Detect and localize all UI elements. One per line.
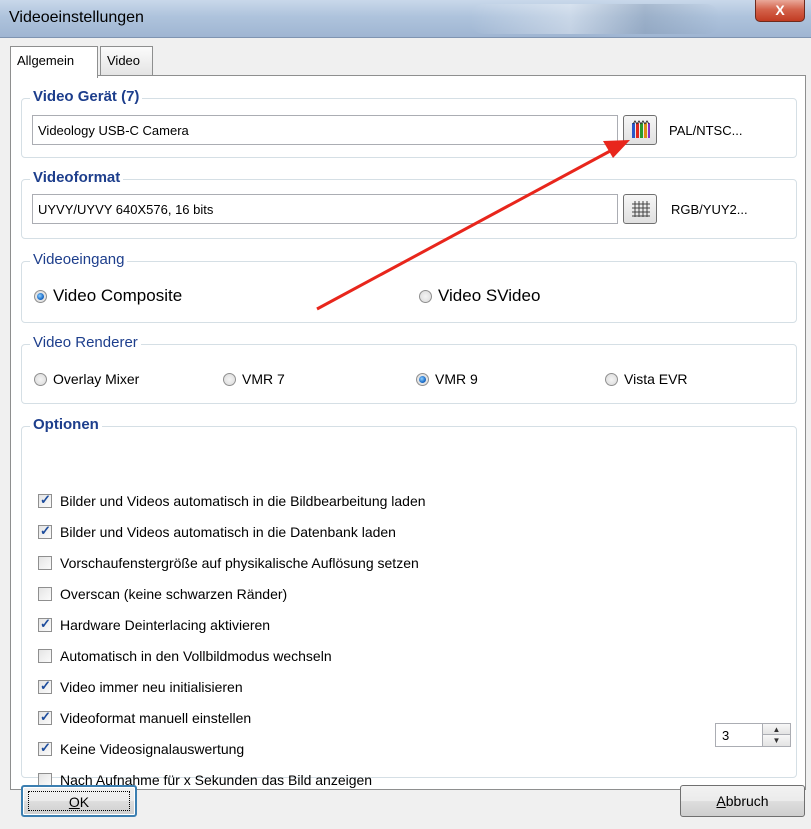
pal-ntsc-label: PAL/NTSC... — [669, 123, 743, 138]
tab-panel-allgemein: Video Gerät (7) Videology USB-C Camera P… — [10, 75, 806, 790]
rgb-yuy2-label: RGB/YUY2... — [671, 202, 748, 217]
checkbox-label: Vorschaufenstergröße auf physikalische A… — [60, 555, 419, 571]
checkbox-label: Videoformat manuell einstellen — [60, 710, 252, 726]
title-bar-glare — [470, 4, 720, 34]
video-format-combo[interactable]: UYVY/UYVY 640X576, 16 bits — [32, 194, 618, 224]
radio-vista-evr-label: Vista EVR — [624, 371, 688, 387]
checkbox-box — [38, 649, 52, 663]
checkbox-auto-datenbank[interactable]: Bilder und Videos automatisch in die Dat… — [38, 523, 396, 540]
radio-vmr7[interactable]: VMR 7 — [223, 371, 285, 387]
window-title: Videoeinstellungen — [9, 9, 144, 26]
video-device-group-title: Video Gerät (7) — [30, 88, 143, 105]
pal-ntsc-button[interactable] — [623, 115, 657, 145]
radio-dot — [416, 372, 429, 386]
dialog-body: Allgemein Video Video Gerät (7) Videolog… — [0, 38, 811, 829]
video-device-group: Video Gerät (7) Videology USB-C Camera P… — [21, 88, 797, 158]
radio-vmr7-label: VMR 7 — [242, 371, 285, 387]
checkbox-label: Bilder und Videos automatisch in die Bil… — [60, 493, 426, 509]
spin-arrows: ▲ ▼ — [762, 724, 790, 746]
video-format-group-title: Videoformat — [30, 169, 124, 186]
radio-overlay-mixer[interactable]: Overlay Mixer — [34, 371, 139, 387]
seconds-spinbox[interactable]: 3 ▲ ▼ — [715, 723, 791, 747]
checkbox-label: Keine Videosignalauswertung — [60, 741, 245, 757]
radio-video-svideo-label: Video SVideo — [438, 286, 541, 305]
radio-video-composite-label: Video Composite — [53, 286, 183, 305]
checkbox-label: Video immer neu initialisieren — [60, 679, 243, 695]
radio-dot — [223, 372, 236, 386]
radio-dot — [34, 289, 47, 303]
checkbox-label: Bilder und Videos automatisch in die Dat… — [60, 524, 396, 540]
checkbox-videoformat-manuell[interactable]: Videoformat manuell einstellen — [38, 709, 252, 726]
video-input-group: Videoeingang Video Composite Video SVide… — [21, 251, 797, 323]
video-device-combo[interactable]: Videology USB-C Camera — [32, 115, 618, 145]
checkbox-video-neu-initialisieren[interactable]: Video immer neu initialisieren — [38, 678, 243, 695]
seconds-value[interactable]: 3 — [722, 728, 729, 743]
color-bars-icon — [632, 120, 650, 138]
radio-dot — [605, 372, 618, 386]
radio-dot — [419, 289, 432, 303]
cancel-mnemonic: A — [716, 793, 726, 809]
checkbox-box — [38, 740, 52, 756]
checkbox-auto-bildbearbeitung[interactable]: Bilder und Videos automatisch in die Bil… — [38, 492, 426, 509]
video-renderer-group-title: Video Renderer — [30, 334, 141, 351]
checkbox-box — [38, 709, 52, 725]
video-format-group: Videoformat UYVY/UYVY 640X576, 16 bits R… — [21, 169, 797, 239]
checkbox-vollbildmodus[interactable]: Automatisch in den Vollbildmodus wechsel… — [38, 648, 332, 664]
radio-video-composite[interactable]: Video Composite — [34, 286, 182, 306]
radio-overlay-mixer-label: Overlay Mixer — [53, 371, 140, 387]
checkbox-box — [38, 616, 52, 632]
spin-down-icon[interactable]: ▼ — [763, 735, 790, 746]
close-button[interactable]: X — [755, 0, 805, 22]
checkbox-box — [38, 556, 52, 570]
cancel-label-rest: bbruch — [725, 793, 769, 809]
checkbox-keine-videosignalauswertung[interactable]: Keine Videosignalauswertung — [38, 740, 245, 757]
tab-allgemein[interactable]: Allgemein — [10, 46, 98, 78]
radio-vmr9[interactable]: VMR 9 — [416, 371, 478, 387]
radio-dot — [34, 372, 47, 386]
grid-icon — [632, 201, 650, 217]
radio-vista-evr[interactable]: Vista EVR — [605, 371, 688, 387]
checkbox-box — [38, 587, 52, 601]
checkbox-label: Overscan (keine schwarzen Ränder) — [60, 586, 288, 602]
video-input-group-title: Videoeingang — [30, 251, 128, 268]
focus-rect — [28, 791, 130, 811]
checkbox-label: Hardware Deinterlacing aktivieren — [60, 617, 271, 633]
radio-vmr9-label: VMR 9 — [435, 371, 478, 387]
checkbox-vorschau-aufloesung[interactable]: Vorschaufenstergröße auf physikalische A… — [38, 555, 419, 571]
radio-video-svideo[interactable]: Video SVideo — [419, 286, 540, 306]
spin-up-icon[interactable]: ▲ — [763, 724, 790, 735]
checkbox-box — [38, 523, 52, 539]
ok-button[interactable]: OK — [21, 785, 137, 817]
rgb-yuy2-button[interactable] — [623, 194, 657, 224]
cancel-button[interactable]: Abbruch — [680, 785, 805, 817]
checkbox-label: Automatisch in den Vollbildmodus wechsel… — [60, 648, 332, 664]
checkbox-overscan[interactable]: Overscan (keine schwarzen Ränder) — [38, 586, 287, 602]
checkbox-hardware-deinterlacing[interactable]: Hardware Deinterlacing aktivieren — [38, 616, 271, 633]
checkbox-box — [38, 678, 52, 694]
tab-video[interactable]: Video — [100, 46, 153, 76]
checkbox-box — [38, 492, 52, 508]
title-bar: Videoeinstellungen X — [0, 0, 811, 38]
video-renderer-group: Video Renderer Overlay Mixer VMR 7 VMR 9… — [21, 334, 797, 404]
options-group-title: Optionen — [30, 416, 102, 433]
